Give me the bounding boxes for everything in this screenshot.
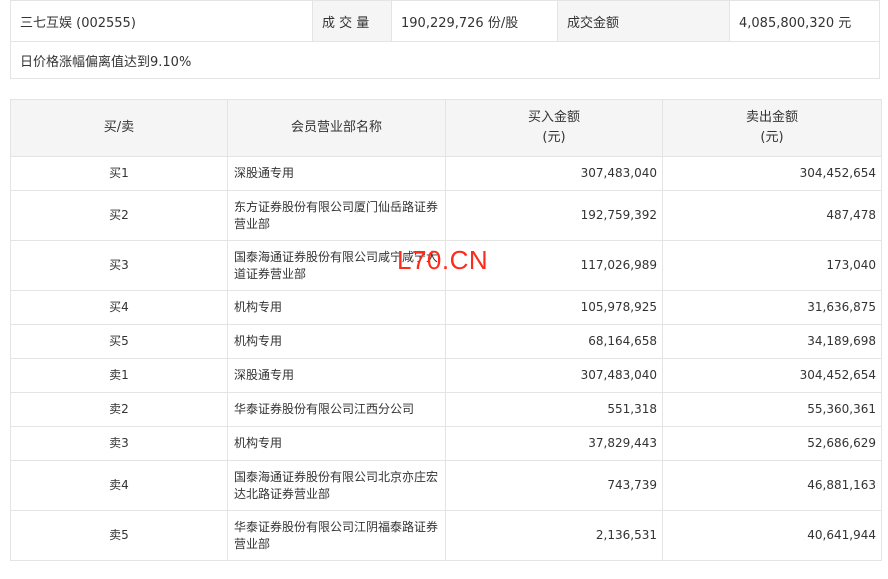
header-sell: 卖出金额 (元) xyxy=(662,99,882,157)
table-row: 买5 机构专用 68,164,658 34,189,698 xyxy=(10,324,882,359)
table-row: 买1 深股通专用 307,483,040 304,452,654 xyxy=(10,156,882,191)
watermark-text: L70.CN xyxy=(397,245,489,275)
row-side: 买2 xyxy=(10,190,228,241)
amount-value: 4,085,800,320 元 xyxy=(729,0,880,42)
header-branch: 会员营业部名称 xyxy=(227,99,446,157)
header-buy-line1: 买入金额 xyxy=(527,110,580,125)
row-buy: 37,829,443 xyxy=(445,426,663,461)
row-sell: 304,452,654 xyxy=(662,358,882,393)
branch-line: 东方证券股份有限公司厦门仙岳路证券 xyxy=(234,199,439,214)
row-branch: 深股通专用 xyxy=(227,156,446,191)
reason-row: 日价格涨幅偏离值达到9.10% xyxy=(10,41,880,79)
stock-name: 三七互娱 (002555) xyxy=(10,0,313,42)
row-branch: 东方证券股份有限公司厦门仙岳路证券 营业部 xyxy=(227,190,446,241)
row-branch: 华泰证券股份有限公司江西分公司 xyxy=(227,392,446,427)
branch-line: 营业部 xyxy=(234,216,271,231)
row-side: 卖4 xyxy=(10,460,228,511)
row-branch: 深股通专用 xyxy=(227,358,446,393)
branch-line: 华泰证券股份有限公司江阴福泰路证券 xyxy=(234,519,439,534)
row-side: 买5 xyxy=(10,324,228,359)
table-row: 卖4 国泰海通证券股份有限公司北京亦庄宏 达北路证券营业部 743,739 46… xyxy=(10,460,882,511)
row-branch: 机构专用 xyxy=(227,290,446,325)
branch-line: 深股通专用 xyxy=(234,166,295,180)
table-row: 买4 机构专用 105,978,925 31,636,875 xyxy=(10,290,882,325)
row-buy: 105,978,925 xyxy=(445,290,663,325)
row-sell: 31,636,875 xyxy=(662,290,882,325)
branch-line: 机构专用 xyxy=(234,300,283,314)
row-buy: 307,483,040 xyxy=(445,156,663,191)
row-buy: 192,759,392 xyxy=(445,190,663,241)
row-sell: 173,040 xyxy=(662,240,882,291)
row-branch: 华泰证券股份有限公司江阴福泰路证券 营业部 xyxy=(227,510,446,561)
summary-table: 三七互娱 (002555) 成 交 量 190,229,726 份/股 成交金额… xyxy=(10,0,880,79)
branch-line: 华泰证券股份有限公司江西分公司 xyxy=(234,402,415,416)
seats-header-row: 买/卖 会员营业部名称 买入金额 (元) 卖出金额 (元) xyxy=(10,99,882,157)
header-side: 买/卖 xyxy=(10,99,228,157)
branch-line: 机构专用 xyxy=(234,334,283,348)
row-sell: 40,641,944 xyxy=(662,510,882,561)
header-sell-line1: 卖出金额 xyxy=(745,110,798,125)
volume-value: 190,229,726 份/股 xyxy=(391,0,558,42)
row-side: 卖3 xyxy=(10,426,228,461)
amount-label: 成交金额 xyxy=(557,0,730,42)
row-buy: 68,164,658 xyxy=(445,324,663,359)
row-side: 卖1 xyxy=(10,358,228,393)
row-branch: 国泰海通证券股份有限公司北京亦庄宏 达北路证券营业部 xyxy=(227,460,446,511)
volume-label: 成 交 量 xyxy=(312,0,392,42)
table-row: 卖1 深股通专用 307,483,040 304,452,654 xyxy=(10,358,882,393)
reason-text: 日价格涨幅偏离值达到9.10% xyxy=(10,41,880,79)
row-sell: 55,360,361 xyxy=(662,392,882,427)
row-buy: 743,739 xyxy=(445,460,663,511)
header-buy-line2: (元) xyxy=(542,130,566,145)
header-sell-line2: (元) xyxy=(760,130,784,145)
header-buy: 买入金额 (元) xyxy=(445,99,663,157)
branch-line: 达北路证券营业部 xyxy=(234,486,331,501)
summary-row: 三七互娱 (002555) 成 交 量 190,229,726 份/股 成交金额… xyxy=(10,0,880,42)
row-side: 卖5 xyxy=(10,510,228,561)
row-side: 买1 xyxy=(10,156,228,191)
row-side: 买3 xyxy=(10,240,228,291)
branch-line: 国泰海通证券股份有限公司北京亦庄宏 xyxy=(234,469,439,484)
branch-line: 营业部 xyxy=(234,536,271,551)
row-side: 卖2 xyxy=(10,392,228,427)
row-buy: 307,483,040 xyxy=(445,358,663,393)
table-row: 买2 东方证券股份有限公司厦门仙岳路证券 营业部 192,759,392 487… xyxy=(10,190,882,241)
table-row: 卖3 机构专用 37,829,443 52,686,629 xyxy=(10,426,882,461)
row-sell: 34,189,698 xyxy=(662,324,882,359)
row-sell: 487,478 xyxy=(662,190,882,241)
table-row: 卖5 华泰证券股份有限公司江阴福泰路证券 营业部 2,136,531 40,64… xyxy=(10,510,882,561)
row-branch: 机构专用 xyxy=(227,324,446,359)
row-sell: 52,686,629 xyxy=(662,426,882,461)
row-side: 买4 xyxy=(10,290,228,325)
seats-table: 买/卖 会员营业部名称 买入金额 (元) 卖出金额 (元) 买1 深股通专用 3… xyxy=(10,99,882,561)
row-sell: 46,881,163 xyxy=(662,460,882,511)
row-buy: 2,136,531 xyxy=(445,510,663,561)
table-row: 卖2 华泰证券股份有限公司江西分公司 551,318 55,360,361 xyxy=(10,392,882,427)
branch-line: 机构专用 xyxy=(234,436,283,450)
row-branch: 机构专用 xyxy=(227,426,446,461)
branch-line: 深股通专用 xyxy=(234,368,295,382)
row-buy: 551,318 xyxy=(445,392,663,427)
row-sell: 304,452,654 xyxy=(662,156,882,191)
